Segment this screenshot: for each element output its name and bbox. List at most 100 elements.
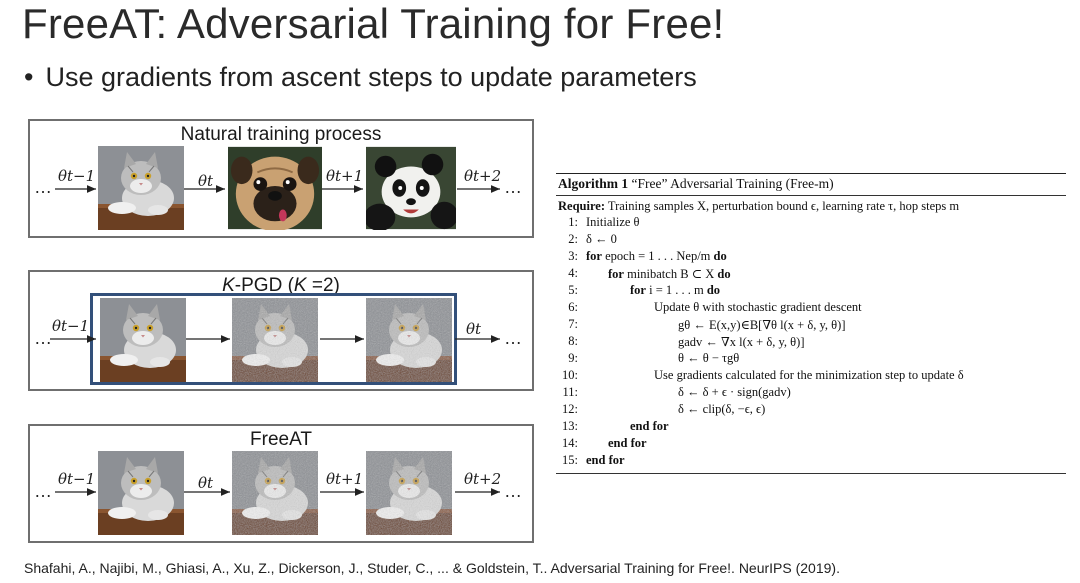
algorithm-line: 2: δ ← 0 [556,232,1066,249]
require-label: Require: [558,199,605,213]
keyword: do [706,283,721,297]
line-number: 8: [568,334,578,348]
line-number: 1: [568,215,578,229]
keyword: end for [630,419,669,433]
theta-label: θt+1 [326,167,364,185]
statement: Update θ with stochastic gradient descen… [654,300,862,314]
line-text: for i = 1 . . . m do [630,283,720,298]
algorithm-line: 15: end for [556,453,1066,470]
algorithm-header: Algorithm 1 “Free” Adversarial Training … [556,174,1066,195]
statement: epoch = 1 . . . Nep/m [601,249,714,263]
statement: minibatch B ⊂ X [623,267,718,281]
line-text: end for [630,419,669,434]
line-text: θ ← θ − τgθ [678,351,739,366]
algorithm-header-title: “Free” Adversarial Training (Free-m) [628,176,834,191]
keyword: end for [608,436,647,450]
algorithm-line: 12: δ ← clip(δ, −ϵ, ϵ) [556,402,1066,419]
algorithm-line: 10: Use gradients calculated for the mini… [556,368,1066,385]
cat-image [98,146,184,230]
keyword: do [717,267,731,281]
keyword: do [713,249,727,263]
perturbed-cat-image [232,451,318,535]
ellipsis-left: … [34,328,53,348]
line-number: 14: [562,436,578,450]
algorithm-line: 4: for minibatch B ⊂ X do [556,266,1066,283]
statement: Use gradients calculated for the minimiz… [654,368,964,382]
line-number: 7: [568,317,578,331]
line-text: δ ← 0 [586,232,617,247]
theta-label: θt−1 [58,470,96,488]
algorithm-lines: 1: Initialize θ 2: δ ← 0 3: for epoch = 1 . .… [556,215,1066,470]
perturbed-cat-image [232,298,318,382]
statement: gθ ← E(x,y)∈B[∇θ l(x + δ, y, θ)] [678,318,846,332]
line-number: 10: [562,368,578,382]
theta-label: θt+2 [464,470,502,488]
line-number: 15: [562,453,578,467]
statement: gadv ← ∇x l(x + δ, y, θ)] [678,335,805,349]
algorithm-line: 3: for epoch = 1 . . . Nep/m do [556,249,1066,266]
ellipsis-right: … [504,328,523,348]
algorithm-bottom-rule [556,473,1066,474]
perturbed-cat-image [366,298,452,382]
theta-label: θt−1 [58,167,96,185]
perturbed-cat-image [366,451,452,535]
ellipsis-left: … [34,481,53,501]
line-text: for epoch = 1 . . . Nep/m do [586,249,727,264]
cat-image [100,298,186,382]
keyword: end for [586,453,625,467]
theta-label: θt+2 [464,167,502,185]
line-text: gθ ← E(x,y)∈B[∇θ l(x + δ, y, θ)] [678,317,846,333]
algorithm-block: Algorithm 1 “Free” Adversarial Training … [556,173,1066,474]
cat-image [98,451,184,535]
line-text: end for [608,436,647,451]
keyword: for [586,249,602,263]
line-number: 2: [568,232,578,246]
line-number: 13: [562,419,578,433]
algorithm-line: 13: end for [556,419,1066,436]
line-number: 6: [568,300,578,314]
line-text: for minibatch B ⊂ X do [608,266,731,282]
line-number: 12: [562,402,578,416]
statement: i = 1 . . . m [645,283,707,297]
keyword: for [630,283,646,297]
theta-label: θt [198,474,214,492]
line-number: 5: [568,283,578,297]
theta-label: θt+1 [326,470,364,488]
require-text: Training samples X, perturbation bound ϵ… [605,199,960,213]
statement: δ ← δ + ϵ · sign(gadv) [678,385,791,399]
algorithm-line: 6: Update θ with stochastic gradient desc… [556,300,1066,317]
algorithm-line: 14: end for [556,436,1066,453]
algorithm-line: 5: for i = 1 . . . m do [556,283,1066,300]
algorithm-line: 7: gθ ← E(x,y)∈B[∇θ l(x + δ, y, θ)] [556,317,1066,334]
ellipsis-left: … [34,177,53,197]
line-text: gadv ← ∇x l(x + δ, y, θ)] [678,334,804,350]
theta-label: θt [198,172,214,190]
statement: δ ← clip(δ, −ϵ, ϵ) [678,402,766,416]
line-text: Initialize θ [586,215,640,230]
line-text: Use gradients calculated for the minimiz… [654,368,964,383]
pug-image [228,146,322,230]
statement: Initialize θ [586,215,640,229]
algorithm-line: 9: θ ← θ − τgθ [556,351,1066,368]
theta-label: θt [466,320,482,338]
line-text: δ ← clip(δ, −ϵ, ϵ) [678,402,765,417]
panda-image [366,146,456,230]
algorithm-line: 8: gadv ← ∇x l(x + δ, y, θ)] [556,334,1066,351]
line-text: δ ← δ + ϵ · sign(gadv) [678,385,791,400]
line-text: Update θ with stochastic gradient descen… [654,300,862,315]
algorithm-line: 1: Initialize θ [556,215,1066,232]
algorithm-line: 11: δ ← δ + ϵ · sign(gadv) [556,385,1066,402]
line-number: 3: [568,249,578,263]
line-number: 4: [568,266,578,280]
theta-label: θt−1 [52,317,90,335]
ellipsis-right: … [504,177,523,197]
statement: θ ← θ − τgθ [678,351,740,365]
ellipsis-right: … [504,481,523,501]
keyword: for [608,267,624,281]
line-text: end for [586,453,625,468]
statement: δ ← 0 [586,232,617,246]
line-number: 11: [562,385,578,399]
algorithm-require: Require: Training samples X, perturbatio… [556,196,1066,215]
algorithm-header-label: Algorithm 1 [558,176,629,191]
line-number: 9: [568,351,578,365]
